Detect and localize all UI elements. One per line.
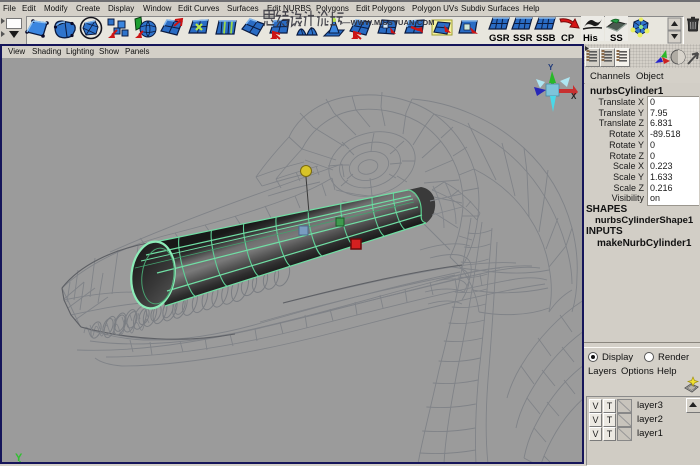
svg-text:Y: Y <box>15 452 23 462</box>
svg-text:CP: CP <box>561 33 575 44</box>
svg-text:Y: Y <box>548 63 554 72</box>
svg-text:SS: SS <box>610 33 623 44</box>
svg-text:X: X <box>571 92 577 101</box>
svg-text:His: His <box>583 33 598 44</box>
svg-text:GSR: GSR <box>489 33 510 44</box>
svg-text:SSB: SSB <box>536 33 556 44</box>
svg-text:SSR: SSR <box>513 33 533 44</box>
